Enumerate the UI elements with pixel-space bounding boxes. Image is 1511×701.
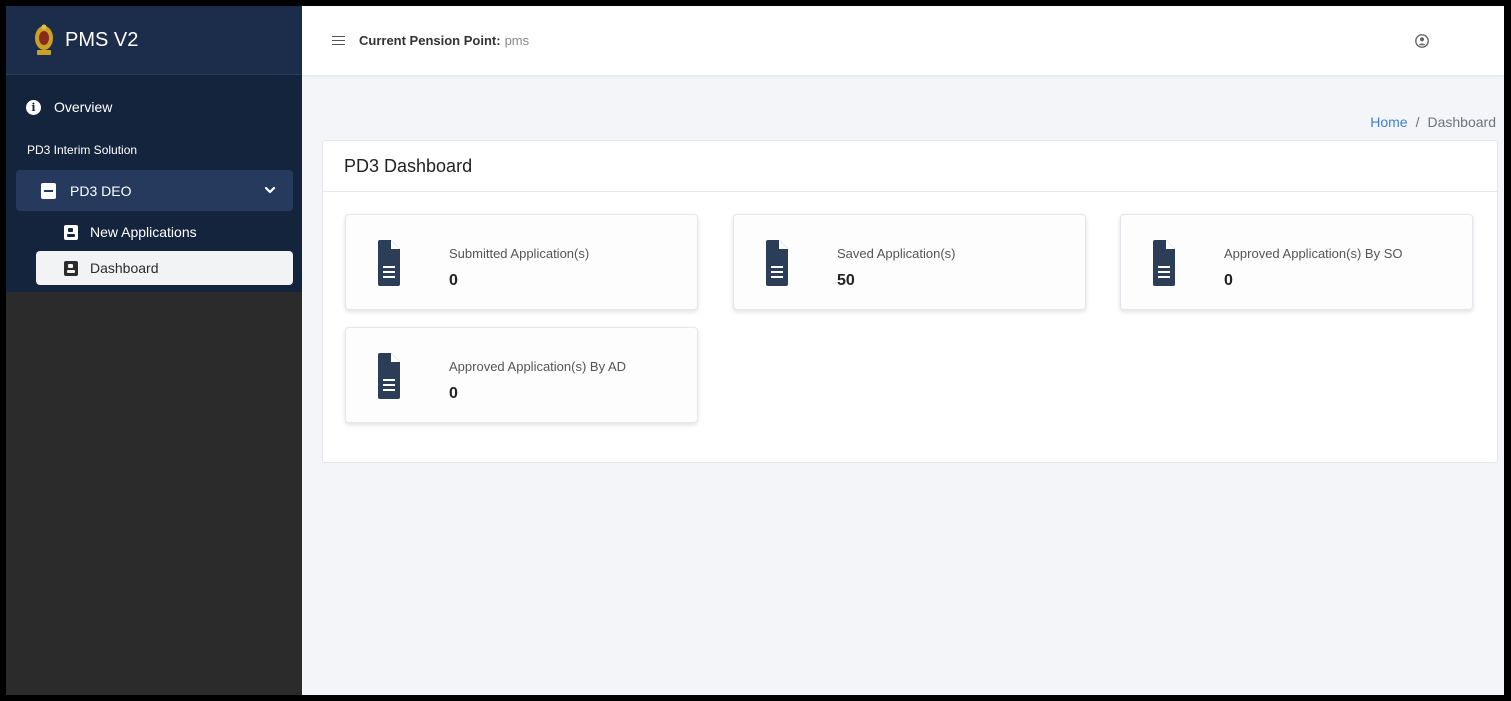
- stat-card-label: Approved Application(s) By SO: [1224, 246, 1403, 261]
- emblem-logo: [33, 23, 55, 57]
- document-icon: [41, 182, 56, 199]
- breadcrumb-home-link[interactable]: Home: [1370, 114, 1407, 130]
- brand-header[interactable]: PMS V2: [6, 6, 302, 75]
- chevron-down-icon: [264, 186, 276, 194]
- sidebar: PMS V2 i Overview PD3 Interim Solution P…: [6, 6, 302, 695]
- app-frame: PMS V2 i Overview PD3 Interim Solution P…: [6, 6, 1504, 695]
- menu-icon[interactable]: [332, 35, 345, 46]
- stat-card-value: 0: [1224, 272, 1233, 289]
- sidebar-item-overview[interactable]: i Overview: [26, 92, 112, 122]
- document-icon: [378, 240, 400, 286]
- document-icon: [378, 353, 400, 399]
- sidebar-item-label: Overview: [54, 99, 113, 115]
- document-icon: [766, 240, 788, 286]
- sidebar-item-label: New Applications: [90, 224, 197, 240]
- stat-card-label: Submitted Application(s): [449, 246, 590, 261]
- breadcrumb: Home / Dashboard: [1370, 114, 1496, 130]
- stat-card-approved-by-ad[interactable]: Approved Application(s) By AD 0: [345, 327, 698, 423]
- info-icon: i: [26, 99, 41, 115]
- pension-point-label: Current Pension Point:: [359, 33, 501, 48]
- stat-card-approved-by-so[interactable]: Approved Application(s) By SO 0: [1120, 214, 1473, 310]
- brand-name: PMS V2: [65, 28, 139, 51]
- breadcrumb-separator: /: [1415, 114, 1420, 130]
- stat-card-value: 50: [837, 272, 855, 289]
- document-icon: [1153, 240, 1175, 286]
- user-circle-icon[interactable]: [1415, 34, 1429, 48]
- stat-card-label: Saved Application(s): [837, 246, 956, 261]
- stat-card-saved[interactable]: Saved Application(s) 50: [733, 214, 1086, 310]
- contact-card-icon: [64, 260, 78, 276]
- stat-card-label: Approved Application(s) By AD: [449, 359, 627, 374]
- pension-point-value: pms: [504, 33, 530, 48]
- sidebar-item-new-applications[interactable]: New Applications: [36, 215, 293, 249]
- sidebar-item-dashboard[interactable]: Dashboard: [36, 251, 293, 285]
- sidebar-group-label: PD3 DEO: [70, 182, 132, 199]
- sidebar-group-pd3-deo[interactable]: PD3 DEO: [16, 170, 293, 211]
- breadcrumb-current: Dashboard: [1427, 114, 1497, 130]
- stat-card-submitted[interactable]: Submitted Application(s) 0: [345, 214, 698, 310]
- sidebar-section-label: PD3 Interim Solution: [27, 143, 138, 157]
- stat-card-value: 0: [449, 272, 458, 289]
- dashboard-panel: PD3 Dashboard Submitted Application(s) 0…: [322, 140, 1498, 463]
- panel-title: PD3 Dashboard: [323, 141, 1497, 192]
- stat-card-value: 0: [449, 385, 458, 402]
- sidebar-item-label: Dashboard: [90, 260, 159, 276]
- contact-card-icon: [64, 224, 78, 240]
- top-bar: Current Pension Point: pms: [302, 6, 1504, 75]
